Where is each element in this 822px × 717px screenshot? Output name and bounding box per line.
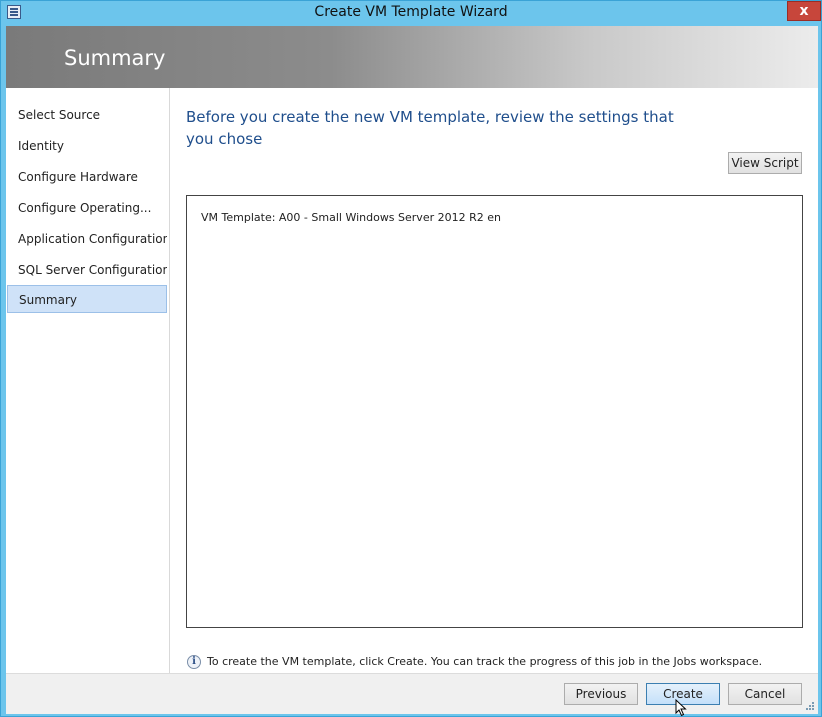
info-icon: i — [187, 655, 201, 669]
nav-item-summary[interactable]: Summary — [7, 285, 167, 313]
wizard-steps-nav: Select Source Identity Configure Hardwar… — [6, 88, 170, 673]
title-bar[interactable]: Create VM Template Wizard x — [1, 1, 821, 25]
nav-item-identity[interactable]: Identity — [7, 132, 167, 160]
view-script-button[interactable]: View Script — [728, 152, 802, 174]
cancel-button[interactable]: Cancel — [728, 683, 802, 705]
summary-heading: Before you create the new VM template, r… — [186, 108, 674, 148]
nav-item-sql-server-configuration[interactable]: SQL Server Configuration — [7, 256, 167, 284]
nav-item-application-configuration[interactable]: Application Configuration — [7, 225, 167, 253]
nav-item-configure-operating-system[interactable]: Configure Operating... — [7, 194, 167, 222]
wizard-footer: Previous Create Cancel — [6, 673, 818, 714]
summary-page: Before you create the new VM template, r… — [170, 88, 818, 673]
previous-button[interactable]: Previous — [564, 683, 638, 705]
summary-vm-template-line: VM Template: A00 - Small Windows Server … — [201, 211, 501, 224]
info-message: To create the VM template, click Create.… — [207, 655, 763, 668]
close-button[interactable]: x — [787, 1, 821, 21]
wizard-window: Create VM Template Wizard x Summary Sele… — [0, 0, 822, 717]
header-banner: Summary — [6, 26, 818, 88]
page-title: Summary — [64, 46, 166, 70]
resize-grip-icon[interactable] — [805, 701, 815, 711]
wizard-client-area: Summary Select Source Identity Configure… — [6, 26, 818, 714]
mouse-pointer-icon — [675, 699, 687, 717]
window-title: Create VM Template Wizard — [314, 4, 508, 20]
nav-item-configure-hardware[interactable]: Configure Hardware — [7, 163, 167, 191]
summary-settings-box[interactable]: VM Template: A00 - Small Windows Server … — [186, 195, 803, 628]
nav-item-select-source[interactable]: Select Source — [7, 101, 167, 129]
